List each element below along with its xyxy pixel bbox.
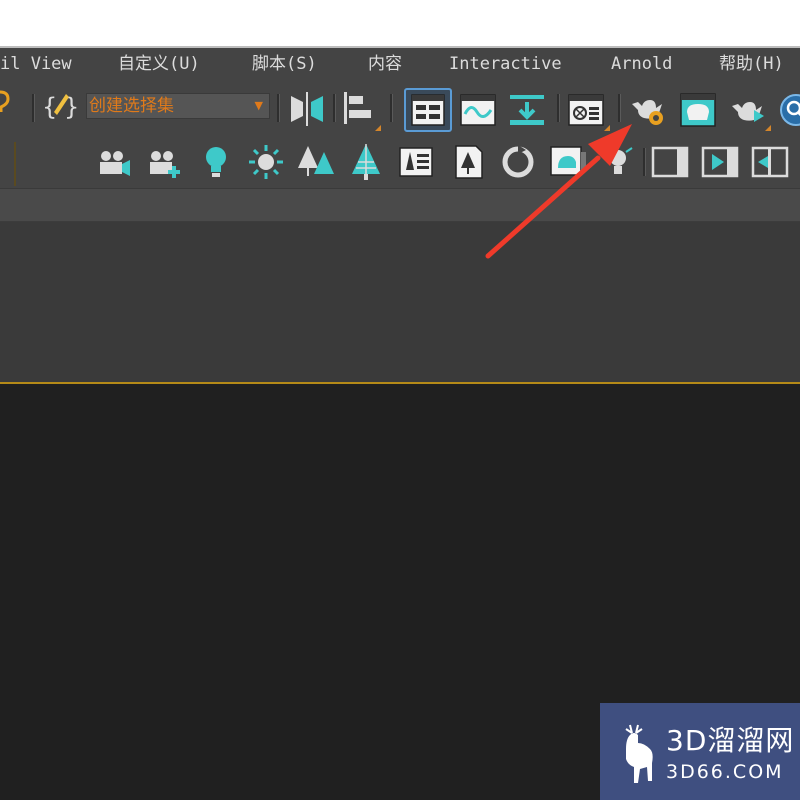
menu-item-interactive[interactable]: Interactive: [449, 52, 562, 76]
play-panel-icon[interactable]: [700, 142, 740, 182]
tree-icon[interactable]: [346, 142, 386, 182]
trees-icon[interactable]: [296, 142, 336, 182]
add-panel-icon[interactable]: [750, 142, 790, 182]
schematic-view-icon[interactable]: [507, 90, 547, 130]
named-selection-set-dropdown[interactable]: 创建选择集 ▼: [86, 93, 270, 119]
help-partial-icon[interactable]: [0, 86, 16, 126]
panel-icon[interactable]: [650, 142, 690, 182]
deer-logo-icon: [625, 724, 653, 783]
sun-icon[interactable]: [246, 142, 286, 182]
render-production-icon[interactable]: [728, 90, 768, 130]
scene-explorer-icon[interactable]: [408, 90, 448, 130]
mirror-icon[interactable]: [287, 88, 327, 128]
flyout-indicator: [604, 125, 610, 131]
menu-item-content[interactable]: 内容: [368, 52, 402, 76]
toolbar-separator: [333, 94, 336, 122]
toolbar-separator: [277, 94, 280, 122]
command-strip: [0, 189, 800, 222]
curly-braces-edit-icon[interactable]: { }: [40, 86, 80, 126]
render-setup-icon[interactable]: [628, 90, 668, 130]
flyout-indicator: [375, 125, 381, 131]
camera-add-icon[interactable]: [144, 142, 184, 182]
watermark: 3D溜溜网 3D66.COM: [600, 703, 800, 800]
curve-editor-icon[interactable]: [458, 90, 498, 130]
menu-item-view[interactable]: il View: [0, 52, 72, 76]
tree-document-icon[interactable]: [448, 142, 488, 182]
toolbar-separator: [32, 94, 35, 122]
rotate-icon[interactable]: [498, 142, 538, 182]
svg-text:{: {: [42, 93, 57, 121]
watermark-en-text: 3D66.COM: [666, 761, 784, 783]
search-icon[interactable]: [776, 90, 800, 130]
toolbar-grip: [14, 142, 16, 186]
light-bulb-icon[interactable]: [196, 142, 236, 182]
chevron-down-icon: ▼: [254, 99, 263, 112]
material-editor-icon[interactable]: [566, 90, 606, 130]
rendered-frame-window-icon[interactable]: [678, 90, 718, 130]
viewport-icon[interactable]: [548, 142, 588, 182]
top-blank-area: [0, 0, 800, 48]
toolbar-separator: [557, 94, 560, 122]
menu-item-scripting[interactable]: 脚本(S): [252, 52, 317, 76]
bulb-icon[interactable]: [598, 142, 638, 182]
camera-icon[interactable]: [94, 142, 134, 182]
watermark-cn-text: 3D溜溜网: [666, 724, 795, 757]
ribbon-panel: [0, 222, 800, 382]
toolbar-separator: [390, 94, 393, 122]
library-icon[interactable]: [396, 142, 436, 182]
menu-bar: il View 自定义(U) 脚本(S) 内容 Interactive Arno…: [0, 48, 800, 80]
menu-item-arnold[interactable]: Arnold: [611, 52, 672, 76]
align-icon[interactable]: [338, 88, 378, 128]
menu-item-help[interactable]: 帮助(H): [719, 52, 784, 76]
toolbar-separator: [643, 148, 646, 176]
flyout-indicator: [765, 125, 771, 131]
menu-item-customize[interactable]: 自定义(U): [118, 52, 200, 76]
selection-set-value: 创建选择集: [89, 96, 174, 116]
toolbar-separator: [618, 94, 621, 122]
